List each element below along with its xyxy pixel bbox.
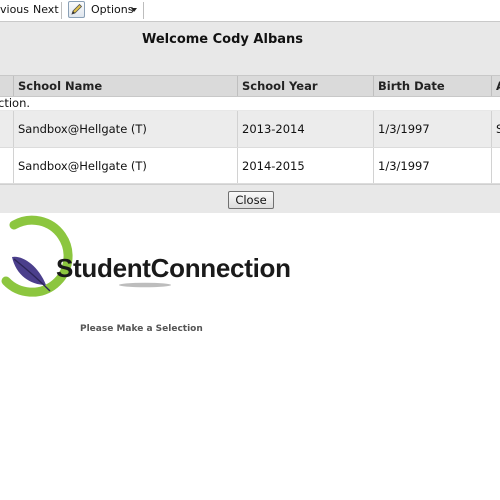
cell-birth-date: 1/3/1997 <box>373 111 491 147</box>
cell-school-year: 2014-2015 <box>237 148 373 183</box>
cell-school-year: 2013-2014 <box>237 111 373 147</box>
table-row[interactable]: Sandbox@Hellgate (T) 2014-2015 1/3/1997 <box>0 148 500 184</box>
dialog-title: Welcome Cody Albans <box>141 32 304 47</box>
cell-birth-date: 1/3/1997 <box>373 148 491 183</box>
close-button[interactable]: Close <box>228 191 274 209</box>
cell-extra: S <box>491 111 500 147</box>
logo-wordmark: StudentConnection <box>56 253 291 283</box>
table-header: School Name School Year Birth Date A <box>0 75 500 97</box>
school-selection-dialog: Welcome Cody Albans School Name School Y… <box>0 22 500 213</box>
previous-button[interactable]: vious <box>0 3 29 17</box>
toolbar-divider <box>61 2 62 19</box>
selection-instruction-row: ction. <box>0 96 500 110</box>
column-header-school-name[interactable]: School Name <box>13 76 237 96</box>
column-header-school-year[interactable]: School Year <box>237 76 373 96</box>
cell-extra <box>491 148 500 183</box>
toolbar: vious Next Options <box>0 0 500 22</box>
pencil-icon[interactable] <box>68 1 85 18</box>
next-button[interactable]: Next <box>33 3 59 17</box>
selection-prompt: Please Make a Selection <box>80 324 203 334</box>
options-menu[interactable]: Options <box>91 3 133 17</box>
chevron-down-icon[interactable] <box>131 8 137 12</box>
selection-instruction: ction. <box>0 96 31 110</box>
table-row[interactable]: Sandbox@Hellgate (T) 2013-2014 1/3/1997 … <box>0 111 500 148</box>
dialog-footer: Close <box>0 184 500 213</box>
column-header-birth-date[interactable]: Birth Date <box>373 76 491 96</box>
toolbar-divider <box>143 2 144 19</box>
cell-school-name: Sandbox@Hellgate (T) <box>13 148 237 183</box>
cell-school-name: Sandbox@Hellgate (T) <box>13 111 237 147</box>
pencil-icon-graphic <box>71 3 83 15</box>
column-header-truncated[interactable]: A <box>491 76 500 96</box>
